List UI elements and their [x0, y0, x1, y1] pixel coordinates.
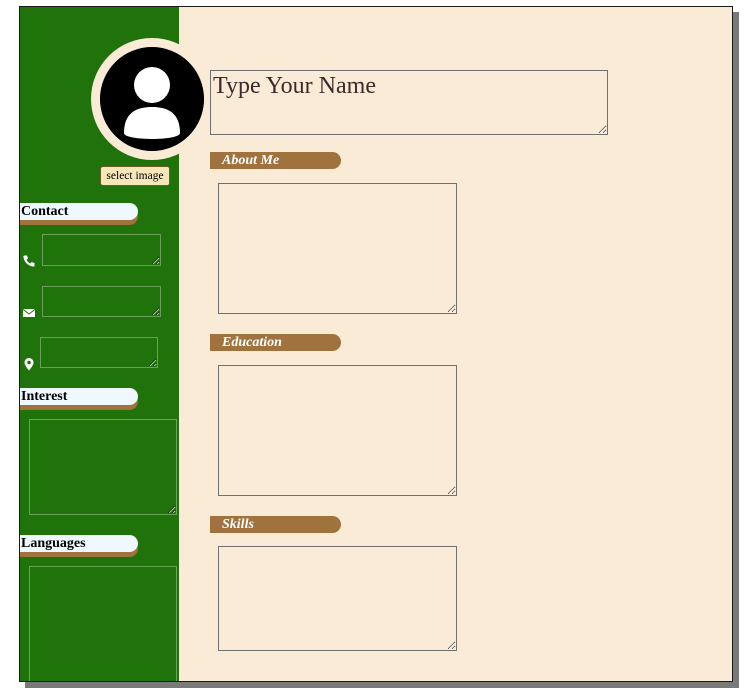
interest-field[interactable]	[29, 419, 177, 515]
education-heading: Education	[210, 334, 341, 351]
phone-field[interactable]	[42, 234, 161, 266]
languages-heading: Languages	[20, 535, 138, 552]
about-me-heading: About Me	[210, 152, 341, 169]
resume-page: select image Contact Interest Languages …	[19, 6, 733, 682]
avatar-frame	[91, 38, 213, 160]
skills-field[interactable]	[218, 546, 457, 651]
phone-icon	[23, 255, 35, 267]
select-image-button[interactable]: select image	[100, 166, 170, 186]
address-field[interactable]	[40, 337, 158, 368]
email-field[interactable]	[42, 286, 161, 317]
avatar	[100, 47, 204, 151]
sidebar: select image Contact Interest Languages	[20, 7, 213, 681]
languages-field[interactable]	[29, 566, 177, 681]
contact-heading: Contact	[20, 203, 138, 220]
name-input[interactable]	[210, 70, 608, 135]
about-me-field[interactable]	[218, 183, 457, 314]
skills-heading: Skills	[210, 516, 341, 533]
mail-icon	[22, 309, 36, 317]
user-silhouette-icon	[100, 47, 204, 151]
interest-heading: Interest	[20, 388, 138, 405]
location-icon	[24, 358, 34, 371]
education-field[interactable]	[218, 365, 457, 496]
